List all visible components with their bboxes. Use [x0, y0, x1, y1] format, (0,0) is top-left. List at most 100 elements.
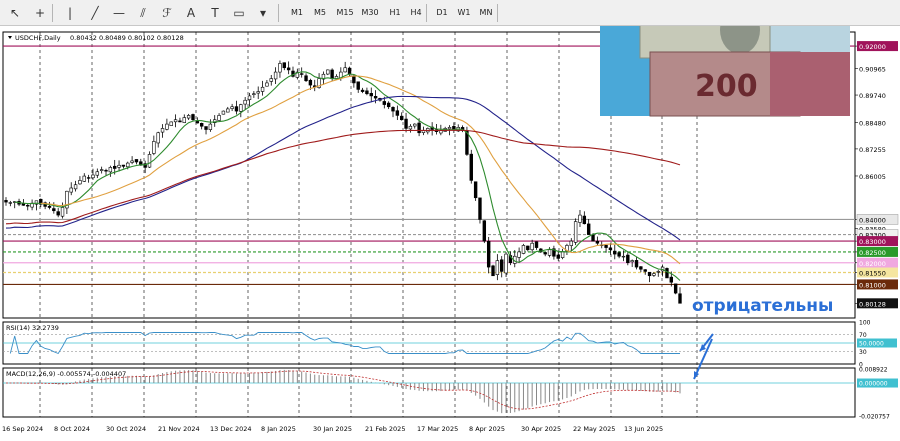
candle-body: [404, 118, 408, 129]
candle-body: [286, 67, 291, 71]
candle-body: [639, 266, 643, 270]
candle-body: [304, 75, 308, 82]
candle-body: [121, 164, 126, 167]
shapes-icon[interactable]: ▾: [254, 4, 272, 22]
timeframe-m15-button[interactable]: M15: [334, 5, 356, 21]
timeframe-w1-button[interactable]: W1: [453, 5, 475, 21]
date-label: 22 May 2025: [573, 425, 615, 433]
candle-body: [608, 247, 613, 251]
channel-icon[interactable]: ⫽: [134, 4, 152, 22]
candle-body: [126, 162, 130, 168]
candle-body: [199, 123, 204, 127]
timeframe-h4-button[interactable]: H4: [405, 5, 427, 21]
candle-body: [647, 271, 652, 277]
candle-body: [182, 117, 186, 123]
candle-body: [282, 62, 286, 69]
timeframe-d1-button[interactable]: D1: [431, 5, 453, 21]
candle-body: [165, 123, 169, 130]
candle-body: [656, 271, 660, 273]
candle-body: [634, 260, 639, 268]
price-label: 0.90965: [859, 66, 886, 74]
candle-body: [630, 260, 634, 263]
banknote-image: 200: [600, 0, 850, 117]
date-label: 21 Nov 2024: [158, 425, 200, 433]
vertical-line-icon[interactable]: |: [61, 4, 79, 22]
candle-body: [191, 114, 195, 121]
candle-body: [373, 95, 378, 99]
chart-svg[interactable]: USDCHF,Daily 0.80432 0.80489 0.80102 0.80…: [0, 0, 900, 441]
candle-body: [147, 154, 152, 168]
candle-body: [643, 269, 647, 272]
candle-body: [60, 207, 65, 217]
candle-body: [678, 293, 682, 304]
cursor-icon[interactable]: ↖: [6, 4, 24, 22]
candle-body: [547, 249, 552, 256]
candle-body: [356, 81, 360, 90]
candle-body: [517, 251, 521, 258]
trendline-icon[interactable]: ╱: [86, 4, 104, 22]
chart-area[interactable]: USDCHF,Daily 0.80432 0.80489 0.80102 0.80…: [0, 0, 900, 441]
macd-axis-label: 0.000000: [859, 381, 888, 388]
candle-body: [278, 63, 282, 73]
candle-body: [169, 121, 173, 126]
date-label: 16 Sep 2024: [2, 425, 43, 433]
candle-body: [521, 245, 526, 254]
candle-body: [382, 101, 387, 105]
candle-body: [134, 159, 139, 163]
candle-body: [595, 240, 600, 244]
candle-body: [360, 89, 365, 92]
crosshair-icon[interactable]: +: [31, 4, 49, 22]
timeframe-mn-button[interactable]: MN: [475, 5, 497, 21]
rectangle-icon[interactable]: ▭: [230, 4, 248, 22]
candle-body: [265, 82, 269, 87]
label-icon[interactable]: T: [206, 4, 224, 22]
candle-body: [613, 250, 617, 255]
price-axis: 0.92000 0.90965 0.89740 0.88480 0.87255 0.860…: [855, 41, 899, 309]
candle-body: [160, 128, 165, 133]
price-label: 0.81550: [859, 270, 886, 278]
candle-body: [400, 115, 404, 121]
candle-body: [504, 253, 508, 274]
text-icon[interactable]: A: [182, 4, 200, 22]
candle-body: [673, 283, 678, 294]
candle-body: [260, 86, 265, 92]
candle-body: [586, 223, 591, 235]
rsi-axis-label: 30: [859, 349, 867, 356]
candle-body: [621, 255, 626, 258]
candle-body: [391, 107, 395, 112]
candle-body: [52, 208, 56, 212]
timeframe-m1-button[interactable]: M1: [286, 5, 308, 21]
candle-body: [495, 260, 500, 275]
timeframe-m5-button[interactable]: M5: [309, 5, 331, 21]
ohlc-values: 0.80432 0.80489 0.80102 0.80128: [70, 34, 184, 42]
price-label: 0.89740: [859, 92, 886, 100]
candle-body: [500, 259, 504, 272]
candle-body: [369, 93, 373, 97]
candle-body: [204, 126, 208, 130]
timeframe-h1-button[interactable]: H1: [384, 5, 406, 21]
candle-body: [173, 119, 178, 123]
candle-body: [530, 242, 534, 251]
candle-body: [330, 69, 334, 79]
date-label: 30 Jan 2025: [313, 425, 352, 433]
horizontal-line-icon[interactable]: —: [110, 4, 128, 22]
candle-body: [69, 187, 73, 193]
candle-body: [99, 169, 104, 171]
candle-body: [617, 252, 621, 257]
date-label: 8 Apr 2025: [469, 425, 505, 433]
candle-body: [247, 95, 252, 100]
price-label: 0.81000: [859, 281, 886, 289]
timeframe-m30-button[interactable]: M30: [359, 5, 381, 21]
date-label: 8 Jan 2025: [261, 425, 296, 433]
date-label: 13 Dec 2024: [210, 425, 252, 433]
candle-body: [343, 67, 347, 73]
symbol-label: USDCHF,Daily: [15, 34, 61, 42]
price-label: 0.82500: [859, 249, 886, 257]
candle-body: [482, 220, 487, 242]
candle-body: [669, 276, 674, 283]
fibonacci-icon[interactable]: ℱ: [158, 4, 176, 22]
candle-body: [82, 175, 86, 182]
candle-body: [73, 184, 78, 190]
candle-body: [408, 125, 413, 130]
candle-body: [113, 165, 117, 169]
